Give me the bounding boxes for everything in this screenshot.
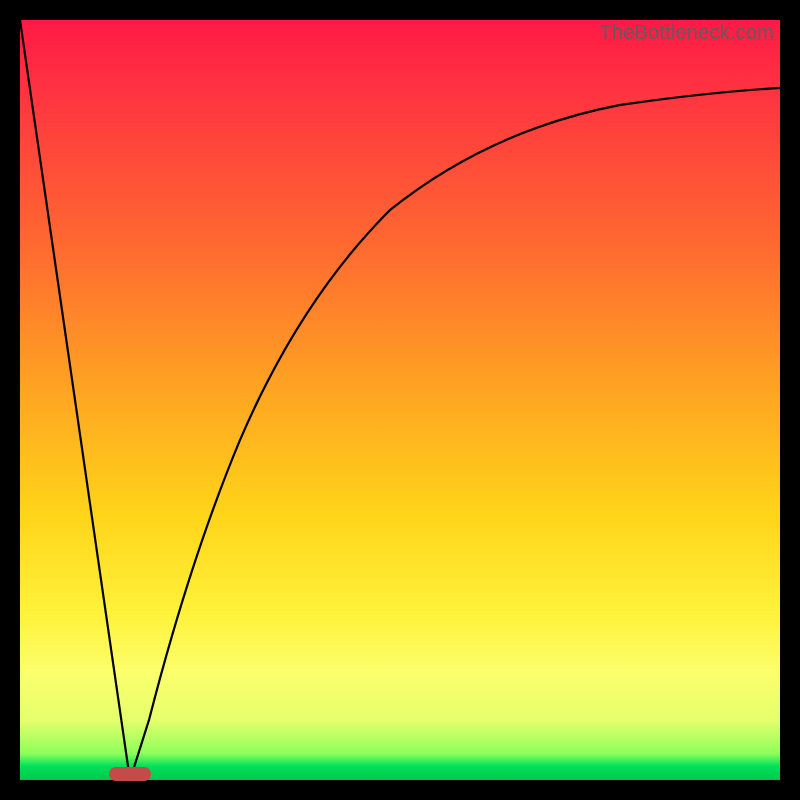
curve-right-segment bbox=[130, 88, 780, 780]
bottleneck-curve bbox=[20, 20, 780, 780]
watermark-text: TheBottleneck.com bbox=[599, 22, 774, 45]
curve-left-segment bbox=[20, 20, 130, 780]
chart-frame: TheBottleneck.com bbox=[0, 0, 800, 800]
optimal-range-marker bbox=[109, 767, 151, 781]
plot-area: TheBottleneck.com bbox=[20, 20, 780, 780]
